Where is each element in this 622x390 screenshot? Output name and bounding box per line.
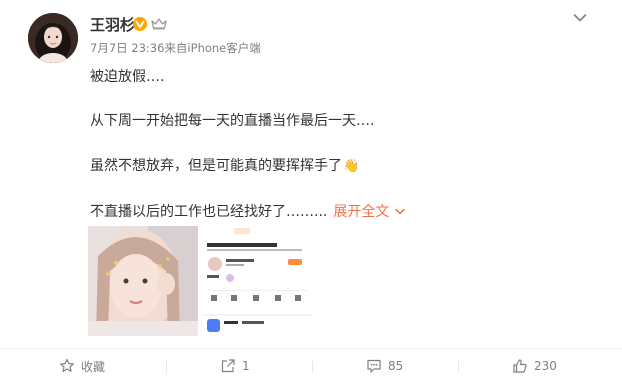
post-text-line: 被迫放假….: [90, 69, 165, 85]
like-button[interactable]: 230: [512, 356, 557, 376]
repost-button[interactable]: 1: [220, 356, 250, 376]
post-text-line: 从下周一开始把每一天的直播当作最后一天….: [90, 113, 375, 129]
post-text-span: 不直播以后的工作也已经找好了……...: [90, 204, 328, 220]
post-text-line: 虽然不想放弃，但是可能真的要挥挥手了👋: [90, 155, 359, 175]
chevron-down-icon[interactable]: [395, 208, 406, 216]
action-separator: [458, 361, 459, 373]
comment-count: 85: [388, 359, 404, 373]
post-meta: 7月7日 23:36来自iPhone客户端: [90, 40, 261, 56]
crown-icon[interactable]: [151, 18, 167, 30]
repost-icon: [221, 359, 235, 373]
username[interactable]: 王羽杉: [90, 14, 135, 35]
post-timestamp[interactable]: 7月7日 23:36: [90, 41, 164, 55]
post-text-span: 虽然不想放弃，但是可能真的要挥挥手了: [90, 158, 342, 174]
repost-count: 1: [242, 359, 250, 373]
waving-hand-emoji: 👋: [343, 159, 360, 174]
like-count: 230: [534, 359, 557, 373]
post-source: 来自iPhone客户端: [164, 41, 261, 55]
v-badge-icon: [133, 17, 147, 31]
comment-button[interactable]: 85: [366, 356, 403, 376]
favorite-label: 收藏: [81, 359, 106, 374]
chevron-down-icon[interactable]: [573, 13, 587, 23]
avatar[interactable]: [28, 13, 78, 63]
star-icon: [60, 358, 74, 372]
app-screenshot-thumbnail[interactable]: [202, 226, 312, 336]
post-card: 王羽杉 7月7日 23:36来自iPhone客户端 被迫放假…. 从下周一开始把…: [0, 0, 622, 390]
post-text-line: 不直播以后的工作也已经找好了……... 展开全文: [90, 201, 406, 221]
photo-thumbnail[interactable]: [88, 226, 198, 336]
favorite-button[interactable]: 收藏: [59, 356, 105, 376]
divider: [0, 348, 622, 349]
action-separator: [166, 361, 167, 373]
action-separator: [312, 361, 313, 373]
comment-icon: [367, 359, 381, 373]
expand-full-text-link[interactable]: 展开全文: [333, 204, 389, 220]
like-icon: [513, 359, 527, 373]
